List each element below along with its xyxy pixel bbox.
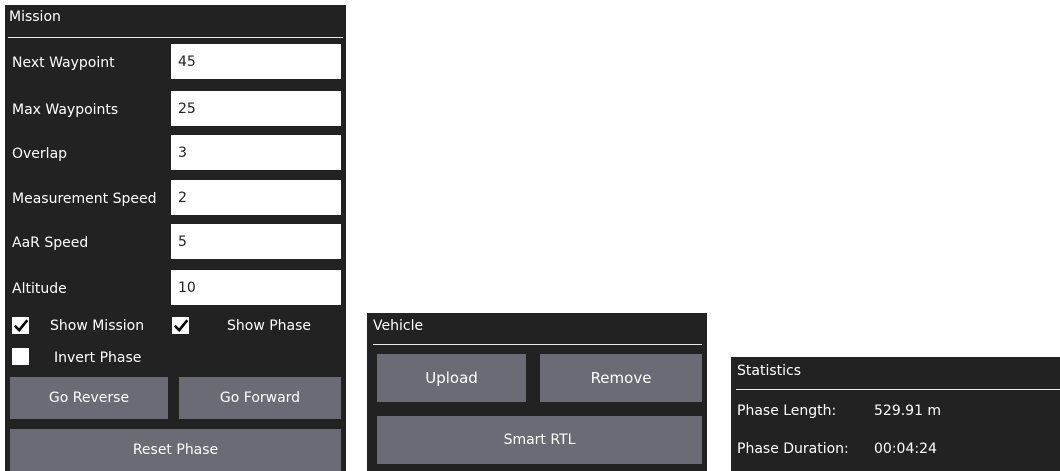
next-waypoint-input[interactable]: [171, 44, 341, 79]
overlap-label: Overlap: [12, 146, 68, 162]
altitude-label: Altitude: [12, 281, 67, 297]
measurement-speed-label: Measurement Speed: [12, 191, 157, 207]
statistics-title-divider: [736, 389, 1060, 390]
show-phase-checkbox[interactable]: [172, 317, 189, 334]
mission-title-divider: [8, 37, 343, 38]
invert-phase-checkbox[interactable]: [12, 348, 29, 365]
phase-duration-value: 00:04:24: [874, 441, 937, 457]
phase-duration-label: Phase Duration:: [737, 441, 849, 457]
go-reverse-button[interactable]: Go Reverse: [10, 377, 168, 419]
mission-panel: Mission Next Waypoint Max Waypoints Over…: [5, 5, 346, 471]
aar-speed-input[interactable]: [171, 224, 341, 259]
phase-length-value: 529.91 m: [874, 403, 942, 419]
measurement-speed-input[interactable]: [171, 180, 341, 215]
smart-rtl-button[interactable]: Smart RTL: [377, 416, 702, 464]
aar-speed-label: AaR Speed: [12, 235, 89, 251]
checkmark-icon: [173, 318, 188, 332]
statistics-panel: Statistics Phase Length: 529.91 m Phase …: [731, 357, 1060, 471]
reset-phase-button[interactable]: Reset Phase: [10, 429, 341, 471]
show-mission-label: Show Mission: [50, 318, 145, 334]
show-mission-checkbox[interactable]: [12, 317, 29, 334]
statistics-panel-title: Statistics: [737, 363, 801, 379]
upload-button[interactable]: Upload: [377, 354, 526, 402]
next-waypoint-label: Next Waypoint: [12, 55, 115, 71]
vehicle-panel-title: Vehicle: [373, 318, 424, 334]
mission-panel-title: Mission: [9, 9, 61, 25]
go-forward-button[interactable]: Go Forward: [179, 377, 341, 419]
show-phase-label: Show Phase: [227, 318, 312, 334]
vehicle-title-divider: [373, 344, 702, 345]
max-waypoints-input[interactable]: [171, 91, 341, 126]
invert-phase-label: Invert Phase: [54, 350, 142, 366]
phase-length-label: Phase Length:: [737, 403, 837, 419]
vehicle-panel: Vehicle Upload Remove Smart RTL: [367, 313, 707, 471]
checkmark-icon: [13, 318, 28, 332]
altitude-input[interactable]: [171, 270, 341, 305]
remove-button[interactable]: Remove: [540, 354, 702, 402]
max-waypoints-label: Max Waypoints: [12, 102, 119, 118]
overlap-input[interactable]: [171, 135, 341, 170]
